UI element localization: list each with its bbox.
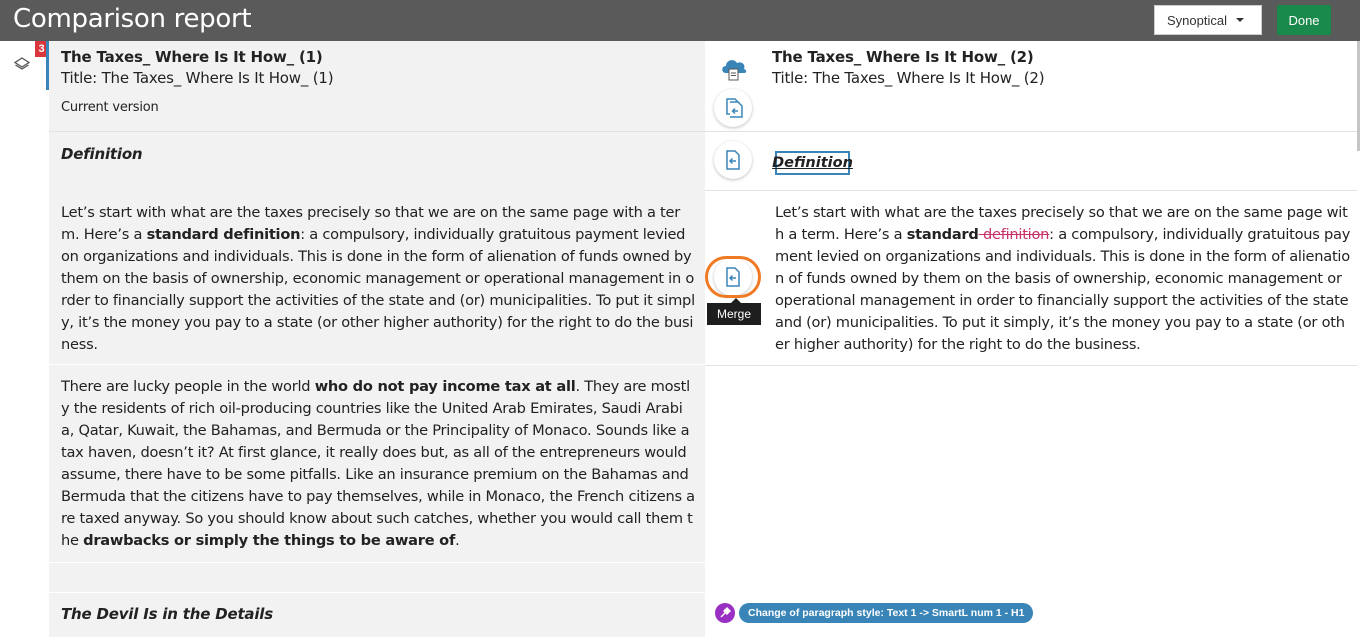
row-divider	[49, 592, 705, 593]
merge-icon	[726, 150, 740, 170]
row-divider	[705, 365, 1357, 366]
done-button[interactable]: Done	[1277, 5, 1331, 35]
cloud-document-icon	[722, 60, 747, 81]
paint-brush-icon[interactable]	[715, 603, 735, 623]
left-doc-name: The Taxes_ Where Is It How_ (1)	[61, 48, 323, 66]
left-heading-devil: The Devil Is in the Details	[61, 605, 273, 623]
left-paragraph-1: Let’s start with what are the taxes prec…	[61, 204, 695, 353]
merge-heading-button[interactable]	[714, 141, 752, 179]
view-mode-select[interactable]: Synoptical	[1154, 5, 1262, 35]
caret-down-icon	[1235, 18, 1244, 22]
row-divider	[705, 131, 1357, 132]
right-heading-definition[interactable]: Definition	[772, 151, 853, 175]
left-gutter	[0, 41, 49, 637]
row-divider	[49, 562, 705, 563]
row-divider	[49, 131, 705, 132]
left-heading-definition: Definition	[61, 145, 143, 163]
row-divider	[705, 190, 1357, 191]
view-mode-value: Synoptical	[1167, 12, 1227, 28]
right-doc-title: Title: The Taxes_ Where Is It How_ (2)	[772, 69, 1045, 87]
merge-document-button[interactable]	[714, 89, 752, 127]
left-doc-title: Title: The Taxes_ Where Is It How_ (1)	[61, 69, 334, 87]
top-bar: Comparison report Synoptical Done	[0, 0, 1360, 41]
row-divider	[49, 364, 705, 365]
left-version-label: Current version	[61, 100, 159, 115]
right-paragraph-1: Let’s start with what are the taxes prec…	[775, 204, 1351, 353]
merge-tooltip: Merge	[707, 298, 761, 325]
left-paragraph-2: There are lucky people in the world who …	[61, 378, 695, 549]
merge-document-icon	[726, 98, 743, 118]
layers-icon[interactable]	[13, 55, 31, 73]
page-title: Comparison report	[13, 4, 252, 34]
style-change-badge[interactable]: Change of paragraph style: Text 1 -> Sma…	[739, 603, 1034, 623]
right-doc-name: The Taxes_ Where Is It How_ (2)	[772, 48, 1034, 66]
merge-button-highlight	[705, 256, 761, 298]
deleted-text: definition	[978, 226, 1050, 243]
